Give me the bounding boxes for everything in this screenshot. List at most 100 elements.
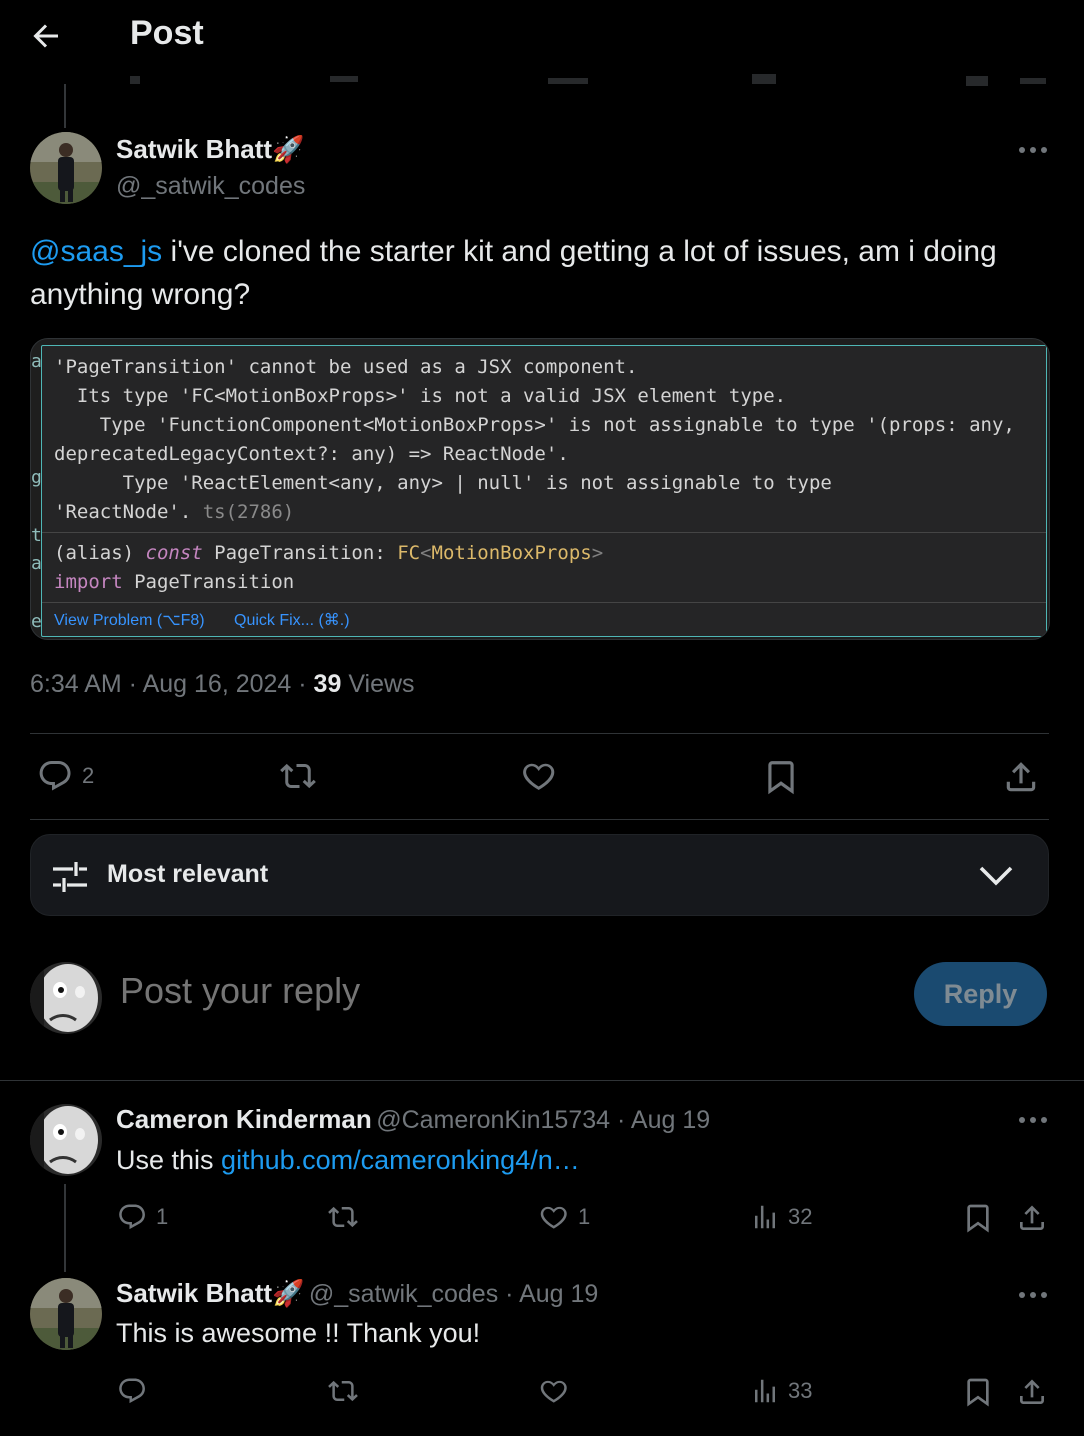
reply-button[interactable]: 1	[116, 1202, 168, 1232]
sliders-icon	[51, 859, 89, 895]
reply-button[interactable]	[116, 1376, 156, 1406]
reply-link[interactable]: github.com/cameronking4/n…	[221, 1145, 580, 1175]
like-button[interactable]: 1	[538, 1202, 590, 1232]
reply-text: Use this github.com/cameronking4/n…	[116, 1145, 580, 1175]
repost-icon	[280, 763, 316, 789]
share-upload-icon	[1020, 1379, 1044, 1404]
error-line: 'PageTransition' cannot be used as a JSX…	[54, 356, 638, 378]
import-line: import PageTransition	[54, 571, 295, 593]
attached-code-image[interactable]: a g t a e 'PageTransition' cannot be use…	[30, 338, 1050, 640]
ts-code: ts(2786)	[191, 501, 295, 523]
share-button[interactable]	[1016, 1202, 1048, 1234]
bookmark-button[interactable]	[962, 1376, 994, 1408]
repost-icon	[328, 1380, 358, 1402]
thread-connector	[64, 84, 66, 128]
reply-submit-button[interactable]: Reply	[914, 962, 1047, 1026]
more-options-button[interactable]	[1018, 1115, 1048, 1125]
reply-input[interactable]	[120, 970, 840, 1012]
sort-replies-dropdown[interactable]: Most relevant	[30, 834, 1049, 916]
reply-count: 1	[156, 1204, 169, 1229]
reply-avatar[interactable]	[30, 1104, 102, 1176]
share-upload-icon	[1006, 762, 1036, 792]
thread-connector	[64, 1184, 66, 1272]
ts-error-tooltip: 'PageTransition' cannot be used as a JSX…	[41, 345, 1047, 637]
reply-header: Cameron Kinderman @CameronKin15734 · Aug…	[116, 1104, 711, 1134]
more-horizontal-icon	[1019, 1117, 1047, 1123]
speech-bubble-icon	[39, 761, 71, 791]
bookmark-icon	[967, 1204, 989, 1233]
arrow-left-icon	[33, 24, 58, 48]
error-line: Its type 'FC<MotionBoxProps>' is not a v…	[54, 385, 787, 407]
like-count: 1	[578, 1204, 591, 1229]
back-button[interactable]	[28, 18, 68, 54]
views-count: 39	[313, 670, 342, 698]
like-button[interactable]	[520, 758, 558, 794]
divider	[30, 819, 1049, 820]
reply-author-handle[interactable]: @_satwik_codes	[309, 1280, 498, 1308]
speech-bubble-icon	[119, 1204, 145, 1230]
post-time[interactable]: 6:34 AM	[30, 670, 122, 698]
error-line: deprecatedLegacyContext?: any) => ReactN…	[54, 443, 569, 465]
avatar-photo	[30, 132, 102, 204]
author-handle[interactable]: @_satwik_codes	[116, 172, 305, 201]
current-user-avatar[interactable]	[30, 962, 102, 1034]
reply-header: Satwik Bhatt🚀 @_satwik_codes · Aug 19	[116, 1278, 599, 1308]
heart-icon	[523, 763, 555, 790]
reply-button[interactable]: 2	[36, 758, 94, 794]
tooltip-divider	[42, 532, 1046, 533]
more-options-button[interactable]	[1018, 145, 1048, 155]
more-horizontal-icon	[1019, 147, 1047, 153]
rocket-emoji: 🚀	[272, 1278, 305, 1308]
tooltip-divider	[42, 602, 1046, 603]
reply-date[interactable]: Aug 19	[519, 1280, 598, 1308]
more-horizontal-icon	[1019, 1292, 1047, 1298]
divider	[30, 733, 1049, 734]
views-count: 33	[788, 1378, 813, 1403]
share-button[interactable]	[1002, 758, 1040, 796]
heart-icon	[540, 1206, 567, 1229]
reply-author-name[interactable]: Cameron Kinderman	[116, 1104, 372, 1134]
mention-link[interactable]: @saas_js	[30, 235, 162, 268]
speech-bubble-icon	[119, 1378, 145, 1404]
reply-avatar[interactable]	[30, 1278, 102, 1350]
page-title: Post	[130, 14, 204, 52]
rocket-emoji: 🚀	[272, 134, 305, 164]
error-line: 'ReactNode'. ts(2786)	[54, 501, 295, 523]
avatar-photo	[30, 962, 102, 1034]
bookmark-icon	[967, 1378, 989, 1407]
repost-button[interactable]	[278, 758, 318, 794]
reply-author-name[interactable]: Satwik Bhatt🚀	[116, 1278, 304, 1308]
reply-text: This is awesome !! Thank you!	[116, 1318, 481, 1348]
bar-chart-icon	[755, 1379, 775, 1403]
share-button[interactable]	[1016, 1376, 1048, 1408]
sort-label: Most relevant	[107, 860, 269, 888]
views-button[interactable]: 33	[750, 1376, 812, 1406]
reply-count: 2	[82, 763, 95, 788]
more-options-button[interactable]	[1018, 1290, 1048, 1300]
heart-icon	[540, 1380, 567, 1403]
reply-date[interactable]: Aug 19	[631, 1106, 710, 1134]
author-avatar[interactable]	[30, 132, 102, 204]
post-body: i've cloned the starter kit and getting …	[30, 235, 997, 311]
alias-line: (alias) const PageTransition: FC<MotionB…	[54, 542, 604, 564]
bookmark-button[interactable]	[762, 758, 800, 796]
error-line: Type 'FunctionComponent<MotionBoxProps>'…	[54, 414, 1015, 436]
error-line: Type 'ReactElement<any, any> | null' is …	[54, 472, 832, 494]
bookmark-button[interactable]	[962, 1202, 994, 1234]
post-text: @saas_js i've cloned the starter kit and…	[30, 230, 1060, 316]
reply-author-handle[interactable]: @CameronKin15734	[376, 1106, 610, 1134]
views-button[interactable]: 32	[750, 1202, 812, 1232]
top-header: Post	[0, 0, 1084, 70]
bar-chart-icon	[755, 1205, 775, 1229]
avatar-photo	[30, 1104, 102, 1176]
post-meta: 6:34 AM · Aug 16, 2024 · 39 Views	[30, 670, 415, 698]
bookmark-icon	[768, 761, 794, 795]
author-name[interactable]: Satwik Bhatt🚀	[116, 134, 304, 165]
like-button[interactable]	[538, 1376, 578, 1406]
repost-button[interactable]	[326, 1202, 360, 1232]
view-problem-link[interactable]: View Problem (⌥F8)	[54, 610, 205, 630]
repost-button[interactable]	[326, 1376, 360, 1406]
post-date[interactable]: Aug 16, 2024	[143, 670, 292, 698]
repost-icon	[328, 1206, 358, 1228]
quick-fix-link[interactable]: Quick Fix... (⌘.)	[234, 610, 350, 630]
